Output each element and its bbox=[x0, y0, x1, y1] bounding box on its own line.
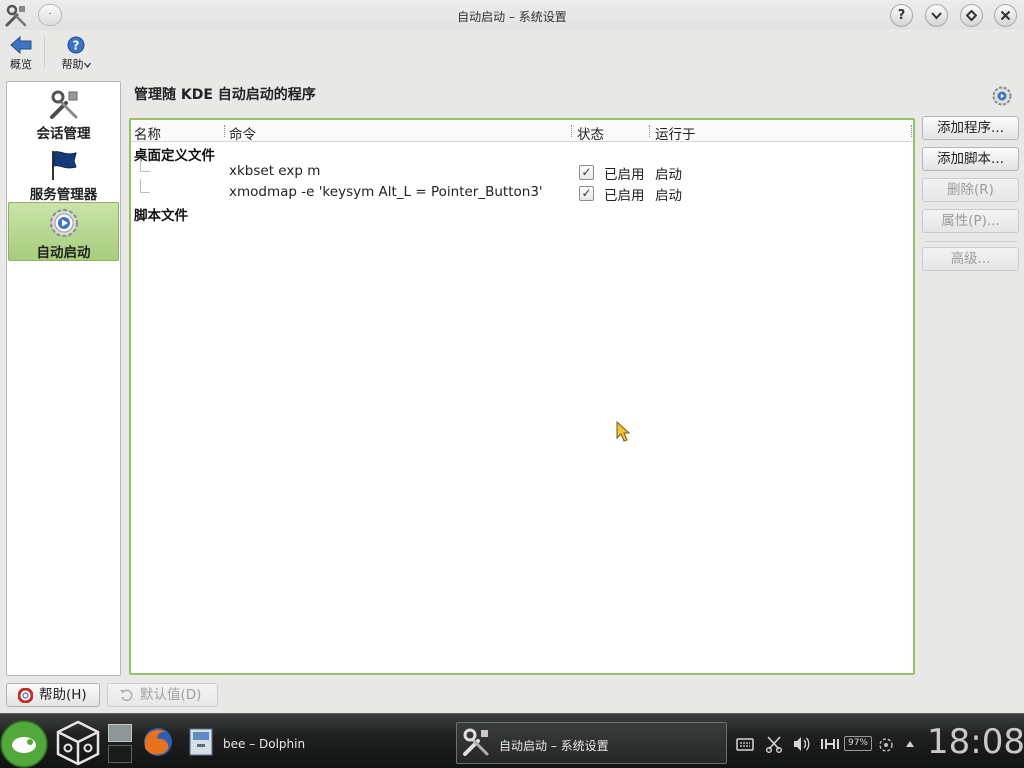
chevron-down-icon bbox=[83, 62, 91, 69]
column-header-status[interactable]: 状态 bbox=[577, 123, 604, 143]
row-command: xkbset exp m bbox=[229, 163, 321, 179]
gear-play-icon bbox=[49, 209, 78, 237]
sidebar-item-session-management[interactable]: 会话管理 bbox=[8, 86, 119, 144]
column-resize-handle[interactable] bbox=[649, 125, 651, 137]
help-button-label: 帮助(H) bbox=[39, 687, 87, 703]
row-run-on: 启动 bbox=[655, 167, 682, 183]
help-label: 帮助 bbox=[61, 58, 84, 71]
taskbar: bee – Dolphin 自动启动 – 系统设置 97% 18:08 bbox=[0, 713, 1024, 768]
row-state: 已启用 bbox=[604, 188, 645, 204]
tray-expand-arrow-icon[interactable] bbox=[905, 740, 915, 748]
mouse-cursor-icon bbox=[616, 420, 631, 442]
row-run-on: 启动 bbox=[655, 188, 682, 204]
column-header-name[interactable]: 名称 bbox=[134, 123, 161, 143]
help-window-button[interactable]: ? bbox=[890, 4, 913, 27]
help-menu-button[interactable]: ? 帮助 bbox=[60, 36, 92, 72]
page-title: 管理随 KDE 自动启动的程序 bbox=[134, 87, 316, 103]
column-resize-handle[interactable] bbox=[911, 125, 913, 137]
klipper-scissors-icon[interactable] bbox=[765, 735, 783, 753]
remove-button[interactable]: 删除(R) bbox=[922, 178, 1019, 202]
maximize-button[interactable] bbox=[960, 4, 983, 27]
power-plug-icon[interactable] bbox=[820, 736, 840, 752]
table-row[interactable]: xmodmap -e 'keysym Alt_L = Pointer_Butto… bbox=[131, 179, 913, 204]
sidebar-item-label: 服务管理器 bbox=[29, 187, 98, 203]
add-script-button[interactable]: 添加脚本... bbox=[922, 147, 1019, 171]
column-resize-handle[interactable] bbox=[224, 125, 226, 137]
help-icon: ? bbox=[67, 36, 85, 54]
advanced-button[interactable]: 高级... bbox=[922, 247, 1019, 271]
add-program-button[interactable]: 添加程序... bbox=[922, 116, 1019, 140]
help-lifebuoy-icon bbox=[18, 688, 33, 703]
sidebar-item-autostart[interactable]: 自动启动 bbox=[8, 202, 119, 261]
close-icon bbox=[1000, 10, 1011, 21]
sidebar-item-service-manager[interactable]: 服务管理器 bbox=[8, 145, 119, 203]
column-resize-handle[interactable] bbox=[571, 125, 573, 137]
defaults-button-label: 默认值(D) bbox=[140, 687, 202, 703]
clock[interactable]: 18:08 bbox=[927, 722, 1024, 762]
sidebar-item-label: 自动启动 bbox=[36, 245, 91, 261]
enabled-checkbox[interactable]: ✓ bbox=[579, 165, 594, 180]
sidebar-item-label: 会话管理 bbox=[36, 126, 91, 142]
svg-text:?: ? bbox=[73, 39, 80, 53]
properties-button[interactable]: 属性(P)... bbox=[922, 209, 1019, 233]
volume-icon[interactable] bbox=[792, 736, 810, 752]
row-command: xmodmap -e 'keysym Alt_L = Pointer_Butto… bbox=[229, 184, 543, 200]
group-script-files[interactable]: 脚本文件 bbox=[134, 204, 188, 224]
defaults-button[interactable]: 默认值(D) bbox=[107, 683, 218, 707]
overview-button[interactable]: 概览 bbox=[8, 36, 34, 72]
battery-indicator[interactable]: 97% bbox=[844, 736, 872, 751]
enabled-checkbox[interactable]: ✓ bbox=[579, 186, 594, 201]
dolphin-task-label[interactable]: bee – Dolphin bbox=[223, 737, 305, 751]
category-sidebar: 会话管理 服务管理器 自动启动 bbox=[6, 81, 121, 676]
main-toolbar: 概览 ? 帮助 bbox=[0, 30, 1024, 75]
tree-branch-line bbox=[140, 179, 150, 193]
tree-header: 名称 命令 状态 运行于 bbox=[131, 120, 913, 143]
firefox-icon[interactable] bbox=[142, 726, 174, 758]
tools-icon bbox=[49, 90, 77, 119]
diamond-icon bbox=[965, 9, 978, 22]
help-button[interactable]: 帮助(H) bbox=[6, 683, 100, 707]
desktop-cube-icon[interactable] bbox=[55, 720, 101, 766]
title-bar: · 自动启动 – 系统设置 ? bbox=[0, 0, 1024, 30]
system-settings-icon bbox=[463, 728, 489, 756]
minimize-button[interactable] bbox=[925, 4, 948, 27]
table-row[interactable]: xkbset exp m ✓ 已启用 启动 bbox=[131, 158, 913, 183]
button-separator bbox=[925, 241, 1017, 242]
toolbar-separator bbox=[44, 36, 45, 68]
virtual-desktop-1[interactable] bbox=[108, 724, 132, 742]
overview-label: 概览 bbox=[10, 58, 32, 71]
row-state: 已启用 bbox=[604, 167, 645, 183]
tree-branch-line bbox=[140, 158, 150, 172]
network-icon[interactable] bbox=[878, 737, 894, 753]
close-button[interactable] bbox=[994, 4, 1017, 27]
reset-icon bbox=[120, 689, 133, 702]
column-header-run-on[interactable]: 运行于 bbox=[655, 123, 696, 143]
dolphin-file-manager-icon[interactable] bbox=[188, 727, 214, 757]
window-title: 自动启动 – 系统设置 bbox=[457, 10, 567, 24]
virtual-desktop-2[interactable] bbox=[108, 745, 132, 763]
start-menu-icon[interactable] bbox=[0, 718, 48, 768]
configure-icon[interactable] bbox=[991, 85, 1013, 107]
column-header-command[interactable]: 命令 bbox=[229, 123, 256, 143]
keyboard-icon[interactable] bbox=[736, 736, 754, 752]
autostart-tree[interactable]: 名称 命令 状态 运行于 桌面定义文件 xkbset exp m ✓ 已启用 启… bbox=[129, 118, 915, 675]
chevron-down-icon bbox=[931, 12, 942, 20]
back-arrow-icon bbox=[10, 36, 32, 54]
settings-task-button[interactable]: 自动启动 – 系统设置 bbox=[456, 722, 727, 764]
settings-task-label: 自动启动 – 系统设置 bbox=[499, 739, 609, 753]
flag-icon bbox=[51, 151, 77, 180]
